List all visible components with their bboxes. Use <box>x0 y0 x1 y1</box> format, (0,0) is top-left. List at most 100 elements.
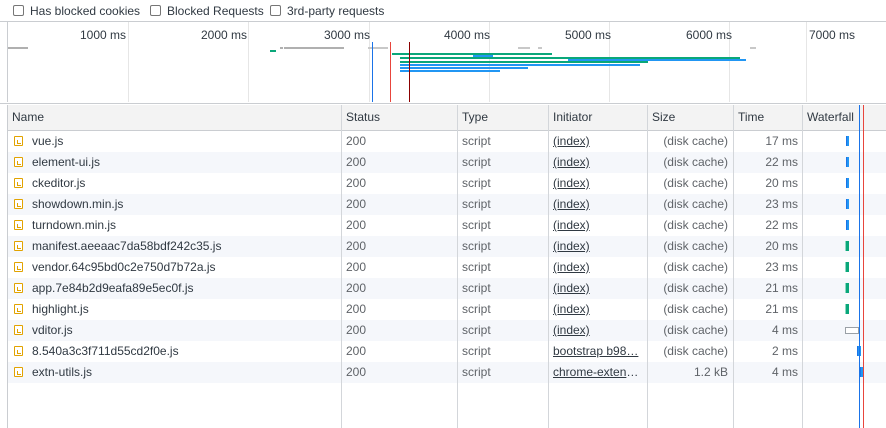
table-row[interactable]: turndown.min.js 200 script (index) (disk cac… <box>8 215 886 236</box>
column-divider[interactable] <box>647 105 648 428</box>
script-file-icon <box>14 283 23 293</box>
column-header-time[interactable]: Time <box>734 105 764 130</box>
checkbox-box[interactable] <box>270 5 281 16</box>
request-initiator-link[interactable]: (index) <box>553 257 643 278</box>
request-size: (disk cache) <box>663 281 728 295</box>
column-divider[interactable] <box>341 105 342 428</box>
request-size: 1.2 kB <box>693 365 728 379</box>
request-name[interactable]: app.7e84b2d9eafa89e5ec0f.js <box>32 278 337 299</box>
request-name[interactable]: manifest.aeeaac7da58bdf242c35.js <box>32 236 337 257</box>
request-name[interactable]: vditor.js <box>32 320 337 341</box>
request-status: 200 <box>346 302 367 316</box>
waterfall-bar[interactable] <box>845 283 849 293</box>
waterfall-bar[interactable] <box>846 199 849 209</box>
overview-request-bar <box>368 47 388 49</box>
has-blocked-cookies-checkbox[interactable]: Has blocked cookies <box>13 3 140 18</box>
third-party-requests-checkbox[interactable]: 3rd-party requests <box>270 3 384 18</box>
column-header-status[interactable]: Status <box>342 105 380 130</box>
request-initiator-link[interactable]: bootstrap b98… <box>553 341 643 362</box>
request-initiator-link[interactable]: chrome-extens… <box>553 362 643 383</box>
request-size: (disk cache) <box>663 260 728 274</box>
request-initiator-link[interactable]: (index) <box>553 173 643 194</box>
column-header-waterfall[interactable]: Waterfall <box>803 105 854 130</box>
request-name[interactable]: highlight.js <box>32 299 337 320</box>
table-row[interactable]: highlight.js 200 script (index) (disk cache)… <box>8 299 886 320</box>
table-row[interactable]: extn-utils.js 200 script chrome-extens… 1.2 … <box>8 362 886 383</box>
column-header-name[interactable]: Name <box>8 105 44 130</box>
table-row[interactable]: app.7e84b2d9eafa89e5ec0f.js 200 script (ind… <box>8 278 886 299</box>
blocked-requests-checkbox[interactable]: Blocked Requests <box>150 3 264 18</box>
network-requests-table[interactable]: Name Status Type Initiator Size Time Wat… <box>7 105 886 428</box>
request-initiator-link[interactable]: (index) <box>553 299 643 320</box>
table-row[interactable]: vendor.64c95bd0c2e750d7b72a.js 200 script (… <box>8 257 886 278</box>
script-file-icon <box>14 178 23 188</box>
request-status: 200 <box>346 365 367 379</box>
request-initiator-link[interactable]: (index) <box>553 278 643 299</box>
table-row[interactable]: element-ui.js 200 script (index) (disk cache… <box>8 152 886 173</box>
waterfall-bar[interactable] <box>845 241 849 251</box>
table-row[interactable]: ckeditor.js 200 script (index) (disk cache) 2… <box>8 173 886 194</box>
column-header-size[interactable]: Size <box>648 105 675 130</box>
request-time: 2 ms <box>771 344 798 358</box>
waterfall-bar[interactable] <box>846 178 849 188</box>
filter-bar: Has blocked cookies Blocked Requests 3rd… <box>0 0 886 22</box>
request-time: 4 ms <box>771 365 798 379</box>
request-type: script <box>462 344 491 358</box>
column-divider[interactable] <box>457 105 458 428</box>
request-initiator-link[interactable]: (index) <box>553 320 643 341</box>
request-status: 200 <box>346 239 367 253</box>
request-type: script <box>462 302 491 316</box>
table-row[interactable]: showdown.min.js 200 script (index) (disk cac… <box>8 194 886 215</box>
request-type: script <box>462 323 491 337</box>
table-row[interactable]: vue.js 200 script (index) (disk cache) 17 ms <box>8 131 886 152</box>
waterfall-bar[interactable] <box>846 136 849 146</box>
overview-tick-label: 6000 ms <box>686 28 733 42</box>
waterfall-bar[interactable] <box>845 262 849 272</box>
request-status: 200 <box>346 155 367 169</box>
request-name[interactable]: showdown.min.js <box>32 194 337 215</box>
request-initiator-link[interactable]: (index) <box>553 215 643 236</box>
request-type: script <box>462 365 491 379</box>
checkbox-box[interactable] <box>150 5 161 16</box>
overview-request-bar <box>538 47 542 49</box>
request-name[interactable]: vendor.64c95bd0c2e750d7b72a.js <box>32 257 337 278</box>
request-time: 21 ms <box>765 281 798 295</box>
request-size: (disk cache) <box>663 134 728 148</box>
overview-divider-line <box>0 103 886 104</box>
request-status: 200 <box>346 344 367 358</box>
overview-request-bar <box>518 47 530 49</box>
column-header-type[interactable]: Type <box>458 105 488 130</box>
request-name[interactable]: extn-utils.js <box>32 362 337 383</box>
table-row[interactable]: 8.540a3c3f711d55cd2f0e.js 200 script bootst… <box>8 341 886 362</box>
request-time: 20 ms <box>765 176 798 190</box>
column-divider[interactable] <box>733 105 734 428</box>
request-name[interactable]: ckeditor.js <box>32 173 337 194</box>
waterfall-bar[interactable] <box>845 304 849 314</box>
column-divider[interactable] <box>802 105 803 428</box>
table-row[interactable]: manifest.aeeaac7da58bdf242c35.js 200 scrip… <box>8 236 886 257</box>
request-name[interactable]: 8.540a3c3f711d55cd2f0e.js <box>32 341 337 362</box>
dom-content-loaded-marker <box>372 42 373 102</box>
overview-divider <box>806 22 807 102</box>
request-name[interactable]: turndown.min.js <box>32 215 337 236</box>
request-time: 22 ms <box>765 218 798 232</box>
request-initiator-link[interactable]: (index) <box>553 152 643 173</box>
request-name[interactable]: element-ui.js <box>32 152 337 173</box>
checkbox-box[interactable] <box>13 5 24 16</box>
overview-tick-label: 5000 ms <box>565 28 612 42</box>
overview-tick-label: 2000 ms <box>201 28 248 42</box>
request-time: 23 ms <box>765 260 798 274</box>
waterfall-bar[interactable] <box>846 220 849 230</box>
table-row[interactable]: vditor.js 200 script (index) (disk cache) 4 m… <box>8 320 886 341</box>
request-initiator-link[interactable]: (index) <box>553 131 643 152</box>
column-header-initiator[interactable]: Initiator <box>549 105 592 130</box>
request-time: 21 ms <box>765 302 798 316</box>
request-initiator-link[interactable]: (index) <box>553 194 643 215</box>
timeline-overview[interactable]: 1000 ms 2000 ms 3000 ms 4000 ms 5000 ms … <box>7 22 886 102</box>
waterfall-bar[interactable] <box>845 327 859 334</box>
request-name[interactable]: vue.js <box>32 131 337 152</box>
request-initiator-link[interactable]: (index) <box>553 236 643 257</box>
waterfall-bar[interactable] <box>846 157 849 167</box>
column-divider[interactable] <box>548 105 549 428</box>
request-time: 22 ms <box>765 155 798 169</box>
